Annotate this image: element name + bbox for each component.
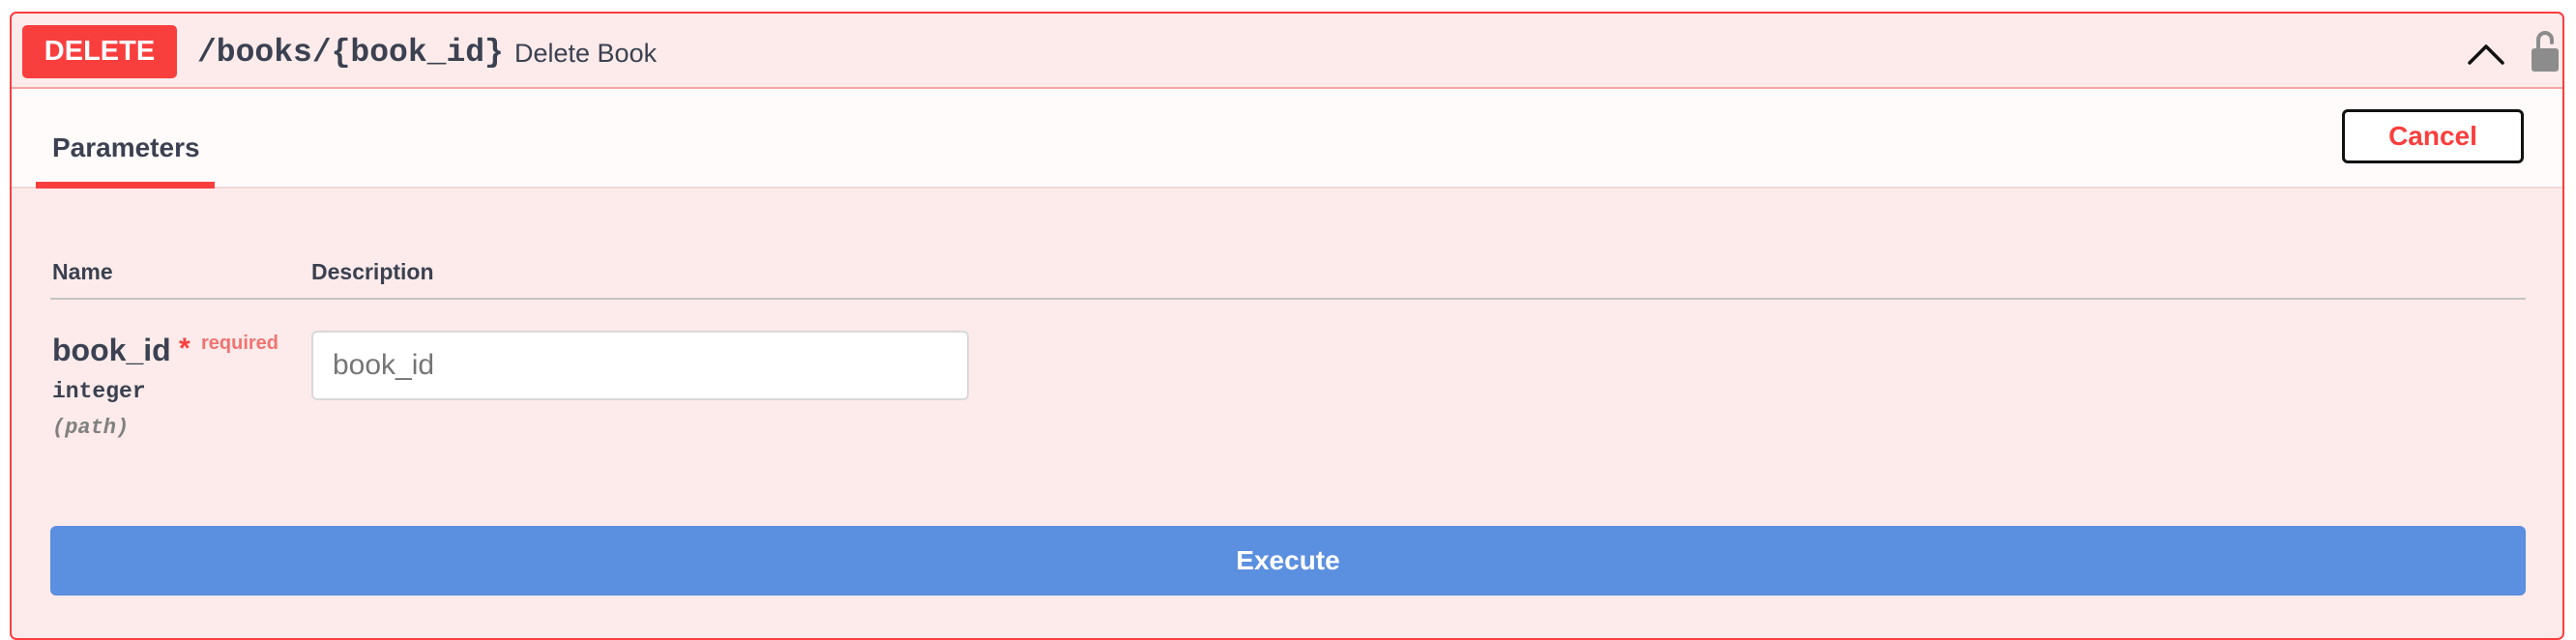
tab-active-indicator bbox=[36, 182, 215, 189]
column-header-name: Name bbox=[52, 259, 113, 284]
operation-block-delete: DELETE /books/{book_id} Delete Book Para… bbox=[10, 12, 2564, 640]
required-label: required bbox=[201, 333, 279, 354]
chevron-up-icon[interactable] bbox=[2466, 39, 2506, 68]
method-badge: DELETE bbox=[22, 25, 177, 78]
table-header-divider bbox=[50, 298, 2526, 300]
column-header-description: Description bbox=[311, 259, 434, 284]
tab-parameters[interactable]: Parameters bbox=[52, 132, 200, 163]
tab-header: Parameters Cancel bbox=[12, 89, 2562, 189]
operation-summary-text: Delete Book bbox=[514, 39, 658, 68]
unlocked-padlock-icon[interactable] bbox=[2531, 29, 2560, 73]
required-asterisk: * bbox=[179, 333, 190, 364]
parameter-type: integer bbox=[52, 379, 146, 404]
book-id-input[interactable] bbox=[311, 331, 969, 400]
operation-summary[interactable]: DELETE /books/{book_id} Delete Book bbox=[12, 14, 2562, 89]
parameter-name: book_id bbox=[52, 333, 171, 367]
parameter-location: (path) bbox=[52, 416, 130, 440]
cancel-button[interactable]: Cancel bbox=[2342, 109, 2524, 163]
operation-path: /books/{book_id} bbox=[197, 35, 504, 71]
execute-button[interactable]: Execute bbox=[50, 526, 2526, 596]
